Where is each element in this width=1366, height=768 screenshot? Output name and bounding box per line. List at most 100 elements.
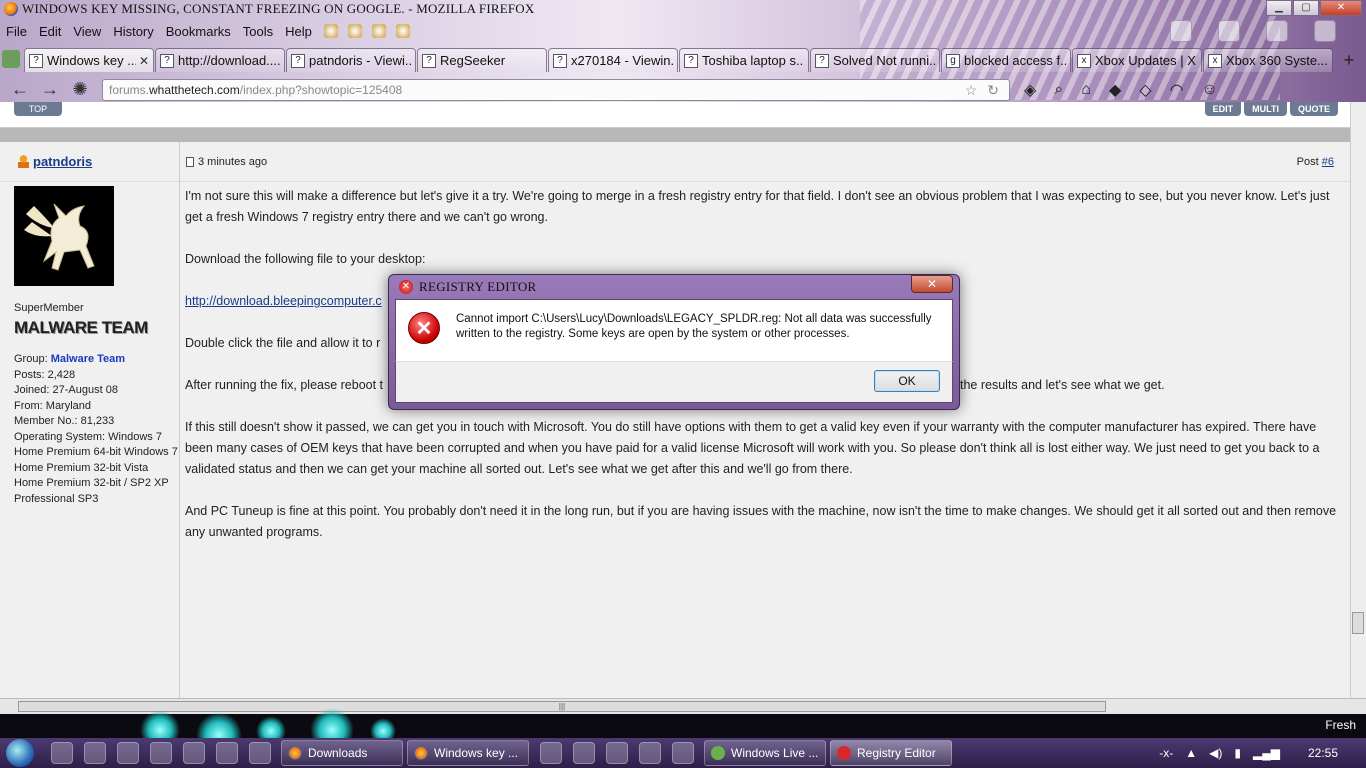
member-group: Group: Malware Team (14, 353, 126, 365)
tab-windows-key[interactable]: ? Windows key ... ✕ (24, 48, 154, 72)
smiley-icon[interactable]: ☺ (1202, 81, 1218, 99)
tab-patndoris[interactable]: ? patndoris - Viewi... (286, 48, 416, 72)
download-icon[interactable] (1218, 20, 1240, 42)
top-button[interactable]: TOP (14, 102, 62, 116)
scroll-thumb[interactable]: ||| (18, 701, 1106, 712)
start-button[interactable] (0, 738, 40, 768)
home-icon[interactable]: ⌂ (1081, 81, 1091, 99)
reload-icon[interactable]: ↻ (987, 82, 999, 99)
url-text: forums.whatthetech.com/index.php?showtop… (109, 83, 403, 97)
taskbar-item-messenger[interactable]: Windows Live ... (704, 740, 826, 766)
explorer-icon[interactable] (216, 742, 238, 764)
tab-download[interactable]: ? http://download.... (155, 48, 285, 72)
addon-icon[interactable]: ◆ (1109, 80, 1121, 100)
horizontal-scrollbar[interactable]: ||| (0, 698, 1366, 714)
quicklaunch-icon[interactable] (84, 742, 106, 764)
quicklaunch-icon[interactable] (51, 742, 73, 764)
post-link[interactable]: #6 (1322, 156, 1334, 168)
dialog-message: Cannot import C:\Users\Lucy\Downloads\LE… (456, 313, 932, 340)
google-icon: g (946, 53, 960, 68)
system-tray: -x- ▲ ◀) ▮ ▂▄▆ 22:55 (1147, 746, 1366, 760)
user-icon (18, 155, 29, 168)
scroll-thumb[interactable] (1352, 612, 1364, 634)
app-icon[interactable] (606, 742, 628, 764)
word-icon[interactable] (150, 742, 172, 764)
menu-help[interactable]: Help (285, 24, 312, 39)
minimize-button[interactable]: ▁ (1266, 0, 1292, 16)
messenger-icon (711, 746, 725, 760)
avatar (14, 186, 114, 286)
addon-icon[interactable] (371, 24, 386, 38)
utorrent-icon[interactable] (249, 742, 271, 764)
addon-icon[interactable] (395, 24, 410, 38)
tab-toshiba[interactable]: ? Toshiba laptop s... (679, 48, 809, 72)
window-title: WINDOWS KEY MISSING, CONSTANT FREEZING O… (22, 1, 535, 16)
itunes-icon[interactable] (639, 742, 661, 764)
post-paragraph-tail: the results and let's see what we get. (960, 378, 1165, 392)
stop-icon[interactable] (1170, 20, 1192, 42)
menu-view[interactable]: View (73, 24, 101, 39)
member-posts: Posts: 2,428 (14, 368, 76, 381)
ie-icon[interactable] (672, 742, 694, 764)
xbox-icon: x (1077, 53, 1091, 68)
rainbow-icon[interactable]: ◠ (1170, 80, 1184, 100)
dialog-title: REGISTRY EDITOR (419, 279, 537, 294)
addon-icon[interactable] (347, 24, 362, 38)
member-number: Member No.: 81,233 (14, 415, 115, 427)
page-icon: ? (422, 53, 436, 68)
multi-quote-button[interactable]: MULTI (1244, 102, 1287, 116)
tab-close-icon[interactable]: ✕ (139, 54, 149, 68)
new-tab-button[interactable]: + (1338, 50, 1360, 72)
taskbar-item-downloads[interactable]: Downloads (281, 740, 403, 766)
tab-regseeker[interactable]: ? RegSeeker (417, 48, 547, 72)
member-from: From: Maryland (14, 399, 92, 412)
maximize-button[interactable]: ▢ (1293, 0, 1319, 16)
tab-x270184[interactable]: ? x270184 - Viewin... (548, 48, 678, 72)
search-icon[interactable]: ⌕ (1054, 81, 1063, 99)
addon-icon[interactable]: ◇ (1139, 80, 1151, 100)
firefox-icon (288, 746, 302, 760)
tab-groups-icon[interactable] (2, 50, 20, 68)
quote-button[interactable]: QUOTE (1289, 102, 1338, 116)
member-os: Operating System: Windows 7 Home Premium… (14, 430, 178, 505)
tab-blocked-access[interactable]: g blocked access f... (941, 48, 1071, 72)
url-bar[interactable]: forums.whatthetech.com/index.php?showtop… (102, 79, 1010, 101)
wow-icon[interactable] (573, 742, 595, 764)
addon-icon[interactable]: ◈ (1024, 80, 1036, 100)
menu-history[interactable]: History (113, 24, 153, 39)
forward-icon[interactable]: → (38, 78, 62, 102)
signal-icon[interactable]: ▂▄▆ (1253, 746, 1280, 760)
download-link[interactable]: http://download.bleepingcomputer.c (185, 294, 382, 308)
tab-solved[interactable]: ? Solved Not runni... (810, 48, 940, 72)
excel-icon[interactable] (117, 742, 139, 764)
tab-bar: ? Windows key ... ✕ ? http://download.... ?… (0, 46, 1366, 72)
error-icon: ✕ (408, 312, 440, 344)
menu-bookmarks[interactable]: Bookmarks (166, 24, 231, 39)
ok-button[interactable]: OK (874, 370, 940, 392)
app-icon[interactable] (540, 742, 562, 764)
menu-tools[interactable]: Tools (243, 24, 273, 39)
menu-file[interactable]: File (6, 24, 27, 39)
page-icon: ? (291, 53, 305, 68)
taskbar-item-firefox[interactable]: Windows key ... (407, 740, 529, 766)
vertical-scrollbar[interactable] (1350, 102, 1366, 698)
window-close-button[interactable]: ✕ (1320, 0, 1362, 16)
taskbar-item-registry-editor[interactable]: Registry Editor (830, 740, 952, 766)
addon-icon[interactable] (323, 24, 338, 38)
clock[interactable]: 22:55 (1308, 746, 1338, 760)
menu-edit[interactable]: Edit (39, 24, 61, 39)
tab-xbox-updates[interactable]: x Xbox Updates | X... (1072, 48, 1202, 72)
volume-icon[interactable]: ◀) (1209, 746, 1222, 760)
notepad-icon[interactable] (183, 742, 205, 764)
taskbar: Downloads Windows key ... Windows Live .… (0, 738, 1366, 768)
show-hidden-icon[interactable]: ▲ (1185, 746, 1197, 760)
network-icon[interactable]: ▮ (1234, 746, 1241, 760)
author-link[interactable]: patndoris (33, 154, 92, 169)
back-icon[interactable]: ← (8, 78, 32, 102)
tab-xbox-360[interactable]: x Xbox 360 Syste... (1203, 48, 1333, 72)
dialog-close-button[interactable]: ✕ (911, 275, 953, 293)
edit-button[interactable]: EDIT (1204, 102, 1242, 116)
save-icon[interactable] (1314, 20, 1336, 42)
addon-icon[interactable] (1266, 20, 1288, 42)
bookmark-star-icon[interactable]: ☆ (965, 82, 978, 99)
